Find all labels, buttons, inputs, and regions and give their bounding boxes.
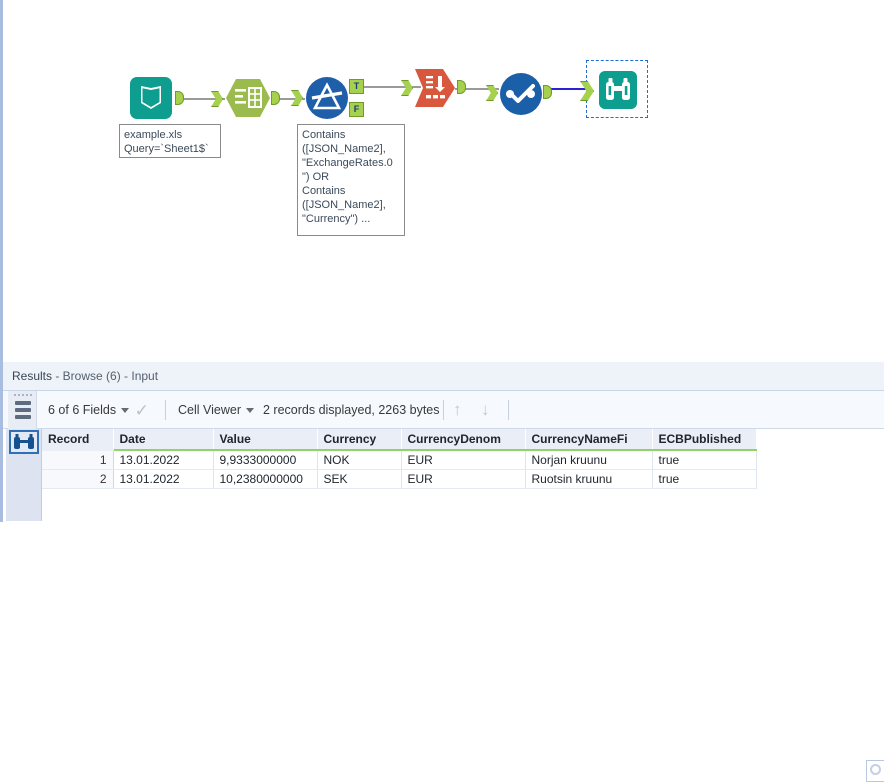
layers-icon-bar-2	[15, 408, 31, 412]
fields-label: 6 of 6 Fields	[48, 403, 117, 417]
cell-currency[interactable]: SEK	[317, 469, 402, 489]
results-toolbar: 6 of 6 Fields ✓ Cell Viewer 2 records di…	[3, 391, 884, 429]
input-data-tool[interactable]	[129, 76, 184, 120]
cell-record[interactable]: 1	[42, 450, 114, 470]
column-header-value[interactable]: Value	[213, 429, 318, 451]
filter-annotation-line-1: Contains	[302, 129, 346, 141]
results-title-rest: - Browse (6) - Input	[52, 369, 159, 383]
texttocolumns-output-anchor[interactable]	[457, 80, 466, 94]
document-arrow-icon	[415, 69, 455, 107]
cell-currencydenom[interactable]: EUR	[401, 469, 526, 489]
text-to-columns-tool[interactable]	[401, 68, 466, 108]
filter-annotation-line-4: ") OR	[302, 171, 330, 183]
checkmark-circle-icon	[500, 73, 542, 115]
cell-currencynamefi[interactable]: Ruotsin kruunu	[525, 469, 653, 489]
filter-annotation-line-6: ([JSON_Name2],	[302, 199, 386, 211]
cell-record[interactable]: 2	[42, 469, 114, 489]
layers-icon-bar-1	[15, 401, 31, 405]
cell-ecbpublished[interactable]: true	[652, 450, 757, 470]
results-table[interactable]: Record Date Value Currency CurrencyDenom…	[42, 429, 757, 489]
table-row[interactable]: 2 13.01.2022 10,2380000000 SEK EUR Ruots…	[42, 469, 757, 489]
cell-value[interactable]: 10,2380000000	[213, 469, 318, 489]
chevron-down-icon-2[interactable]	[246, 407, 254, 413]
funnel-icon	[306, 77, 348, 119]
column-header-record[interactable]: Record	[42, 429, 114, 451]
cell-value[interactable]: 9,9333000000	[213, 450, 318, 470]
input-annotation: example.xls Query=`Sheet1$`	[119, 124, 221, 158]
filter-false-anchor[interactable]: F	[349, 102, 364, 117]
arrow-down-icon: ↓	[481, 400, 490, 419]
row-header-gutter	[6, 429, 42, 521]
cell-currencynamefi[interactable]: Norjan kruunu	[525, 450, 653, 470]
layout-toggle-button[interactable]	[8, 391, 37, 429]
filter-annotation-line-2: ([JSON_Name2],	[302, 143, 386, 155]
results-grid[interactable]: Record Date Value Currency CurrencyDenom…	[6, 429, 884, 521]
scroll-up-button[interactable]: ↑	[453, 391, 462, 429]
table-fields-icon	[226, 79, 270, 117]
table-row[interactable]: 1 13.01.2022 9,9333000000 NOK EUR Norjan…	[42, 450, 757, 470]
browse-tool[interactable]	[580, 70, 638, 110]
toolbar-separator-2	[443, 400, 444, 420]
scroll-down-button[interactable]: ↓	[481, 391, 490, 429]
fields-dropdown[interactable]: 6 of 6 Fields ✓	[48, 391, 149, 429]
cell-currencydenom[interactable]: EUR	[401, 450, 526, 470]
records-status: 2 records displayed, 2263 bytes	[263, 403, 440, 417]
filter-tool[interactable]: T F	[291, 76, 364, 120]
arrow-up-icon: ↑	[453, 400, 462, 419]
cleansing-output-anchor[interactable]	[543, 85, 552, 99]
cell-date[interactable]: 13.01.2022	[113, 469, 214, 489]
binoculars-icon	[599, 71, 637, 109]
toolbar-separator-3	[508, 400, 509, 420]
select-tool[interactable]	[211, 78, 280, 118]
filter-annotation-line-5: Contains	[302, 185, 346, 197]
toolbar-separator-1	[165, 400, 166, 420]
cell-ecbpublished[interactable]: true	[652, 469, 757, 489]
texttocolumns-input-anchor[interactable]	[401, 80, 413, 96]
filter-annotation-line-7: "Currency") ...	[302, 213, 371, 225]
column-header-currencydenom[interactable]: CurrencyDenom	[401, 429, 526, 451]
column-header-currency[interactable]: Currency	[317, 429, 402, 451]
search-icon	[870, 764, 881, 775]
search-input[interactable]	[866, 760, 884, 782]
column-header-currencynamefi[interactable]: CurrencyNameFi	[525, 429, 653, 451]
connector-cleansing-to-browse[interactable]	[546, 88, 590, 90]
data-cleansing-tool[interactable]	[486, 72, 552, 116]
input-annotation-line-1: example.xls	[124, 129, 183, 141]
check-icon[interactable]: ✓	[135, 392, 149, 430]
select-output-anchor[interactable]	[271, 91, 280, 105]
input-output-anchor[interactable]	[175, 91, 184, 105]
workflow-canvas[interactable]: T F example.xls Query=`Sheet1$` Contains…	[0, 0, 884, 362]
column-header-ecbpublished[interactable]: ECBPublished	[652, 429, 757, 451]
cell-viewer-dropdown[interactable]: Cell Viewer	[178, 391, 256, 429]
alteryx-designer-window: T F example.xls Query=`Sheet1$` Contains…	[0, 0, 884, 782]
input-annotation-line-2: Query=`Sheet1$`	[124, 143, 209, 155]
binoculars-small-icon	[14, 434, 34, 449]
cell-currency[interactable]: NOK	[317, 450, 402, 470]
filter-annotation: Contains ([JSON_Name2], "ExchangeRates.0…	[297, 124, 405, 236]
cell-date[interactable]: 13.01.2022	[113, 450, 214, 470]
filter-annotation-line-3: "ExchangeRates.0	[302, 157, 393, 169]
browse-gutter-icon[interactable]	[9, 430, 39, 454]
layers-icon-bar-3	[15, 415, 31, 419]
column-header-date[interactable]: Date	[113, 429, 214, 451]
results-title-prefix: Results	[12, 369, 53, 383]
table-header-row: Record Date Value Currency CurrencyDenom…	[42, 429, 757, 451]
book-icon	[130, 77, 172, 119]
drag-handle-dots[interactable]	[14, 394, 32, 398]
chevron-down-icon[interactable]	[121, 407, 130, 413]
cell-viewer-label: Cell Viewer	[178, 403, 241, 417]
results-title-bar: Results - Browse (6) - Input	[3, 362, 884, 391]
filter-true-anchor[interactable]: T	[349, 79, 364, 94]
results-pane: Results - Browse (6) - Input 6 of 6 Fiel…	[0, 362, 884, 782]
